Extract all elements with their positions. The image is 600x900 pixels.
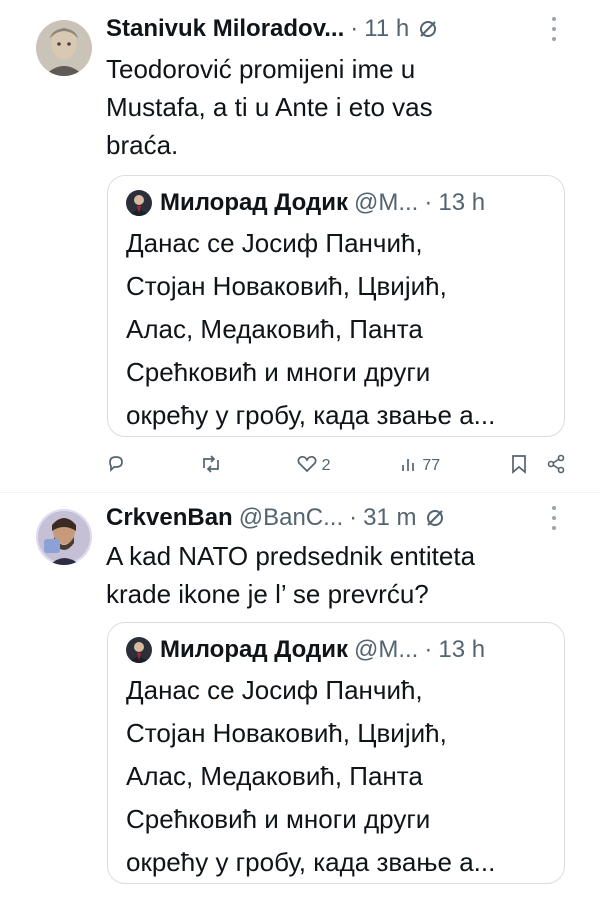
tweet-header: CrkvenBan @BanC... · 31 m [106,501,446,535]
avatar[interactable] [36,20,92,76]
quoted-avatar [126,190,152,216]
timestamp[interactable]: 11 h [364,15,409,43]
quoted-tweet[interactable]: Милорад Додик @М... · 13 h Данас се Јоси… [107,175,565,437]
separator-dot: · [424,636,433,663]
handle[interactable]: @BanC... [239,504,343,532]
quoted-display-name: Милорад Додик [160,189,348,216]
tweet[interactable]: CrkvenBan @BanC... · 31 m A kad NATO pre… [0,493,600,900]
quoted-text: Данас се Јосиф Панчић, Стојан Новаковић,… [126,675,496,877]
grok-icon[interactable] [424,507,446,529]
tweet[interactable]: Stanivuk Miloradov... · 11 h Teodorović … [0,0,600,492]
quoted-timestamp: 13 h [438,189,486,216]
timestamp[interactable]: 31 m [363,504,416,532]
bookmark-icon[interactable] [510,454,528,479]
bookmark-share-group [510,454,566,479]
views-button[interactable]: 77 [400,455,440,478]
quoted-display-name: Милорад Додик [160,636,348,663]
quoted-handle: @М... [353,636,419,663]
action-bar: 2 77 [106,451,566,481]
grok-icon[interactable] [417,18,439,40]
quoted-avatar [126,637,152,663]
quoted-header: Милорад Додик @М... · 13 h [126,186,548,220]
tweet-text: Teodorović promijeni ime u Mustafa, a ti… [106,54,433,160]
reply-button[interactable] [106,454,130,479]
separator-dot: · [349,504,358,531]
reply-icon [106,454,126,479]
views-icon [400,455,418,478]
like-button[interactable]: 2 [296,454,331,479]
retweet-button[interactable] [200,454,226,479]
quoted-timestamp: 13 h [438,636,486,663]
tweet-text: A kad NATO predsednik entiteta krade iko… [106,541,476,609]
retweet-icon [200,454,222,479]
quoted-text: Данас се Јосиф Панчић, Стојан Новаковић,… [126,228,496,430]
like-icon [296,454,318,479]
more-icon[interactable] [550,17,558,41]
like-count: 2 [321,457,331,474]
quoted-header: Милорад Додик @М... · 13 h [126,633,548,667]
quoted-handle: @М... [353,189,419,216]
more-icon[interactable] [550,506,558,530]
tweet-header: Stanivuk Miloradov... · 11 h [106,12,439,46]
view-count: 77 [422,457,441,474]
separator-dot: · [350,15,359,42]
avatar[interactable] [36,509,92,565]
share-icon[interactable] [546,454,566,479]
display-name[interactable]: CrkvenBan [106,504,233,532]
separator-dot: · [424,189,433,216]
quoted-tweet[interactable]: Милорад Додик @М... · 13 h Данас се Јоси… [107,622,565,884]
display-name[interactable]: Stanivuk Miloradov... [106,15,344,43]
